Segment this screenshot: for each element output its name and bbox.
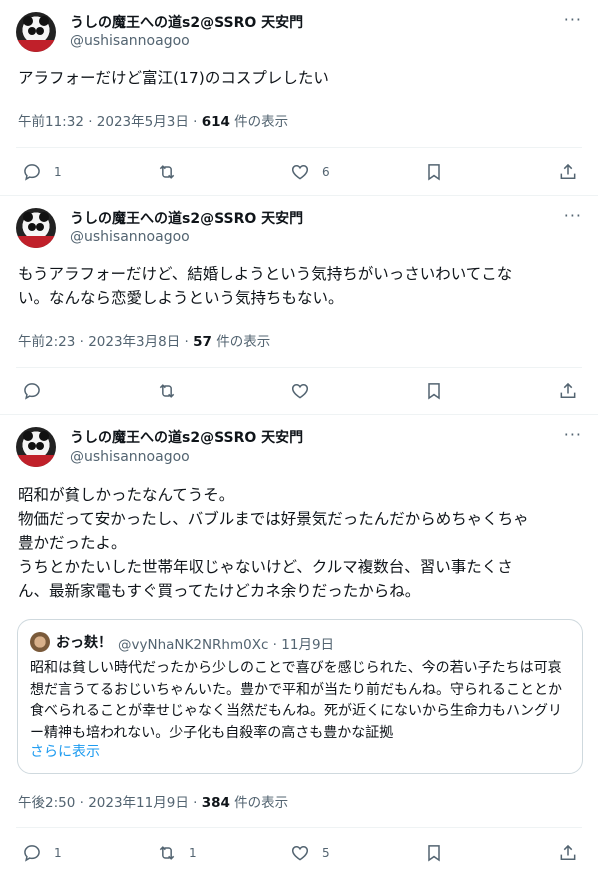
tweet-timestamp[interactable]: 午前11:32 · 2023年5月3日 ·: [18, 114, 202, 130]
views-label: 件の表示: [229, 114, 289, 130]
divider: [16, 367, 582, 368]
quoted-avatar: [30, 632, 50, 652]
bookmark-icon: [428, 383, 440, 400]
heart-icon: [291, 164, 309, 180]
share-button[interactable]: [558, 379, 578, 403]
like-count: 6: [322, 165, 330, 179]
tweet-text: 昭和が貧しかったなんてうそ。 物価だって安かったし、バブルまでは好景気だったんだ…: [18, 486, 529, 600]
tweet-meta: 午後2:50 · 2023年11月9日 · 384 件の表示: [18, 791, 288, 811]
like-button[interactable]: [290, 379, 322, 403]
reply-icon: [24, 845, 40, 862]
tweet-3[interactable]: うしの魔王への道s2@SSRO 天安門 @ushisannoagoo ··· 昭…: [0, 415, 598, 877]
views-label: 件の表示: [211, 334, 271, 350]
tweet-meta: 午前11:32 · 2023年5月3日 · 614 件の表示: [18, 110, 288, 130]
more-options-button[interactable]: ···: [564, 10, 582, 29]
quoted-author-name: おっ麸！: [56, 635, 112, 651]
share-button[interactable]: [558, 160, 578, 184]
views-label: 件の表示: [229, 795, 289, 811]
retweet-button[interactable]: 1: [157, 841, 197, 865]
retweet-icon: [159, 384, 175, 398]
retweet-count: 1: [189, 846, 197, 860]
share-icon: [560, 382, 576, 398]
retweet-button[interactable]: [157, 379, 189, 403]
avatar[interactable]: [16, 12, 56, 52]
more-options-button[interactable]: ···: [564, 206, 582, 225]
like-button[interactable]: 5: [290, 841, 330, 865]
views-count: 57: [193, 334, 212, 350]
divider: [16, 147, 582, 148]
reply-icon: [24, 383, 40, 400]
like-count: 5: [322, 846, 330, 860]
bookmark-icon: [428, 845, 440, 862]
tweet-timestamp[interactable]: 午前2:23 · 2023年3月8日 ·: [18, 334, 193, 350]
author-name[interactable]: うしの魔王への道s2@SSRO 天安門: [70, 208, 303, 228]
bookmark-button[interactable]: [424, 841, 444, 865]
author-name[interactable]: うしの魔王への道s2@SSRO 天安門: [70, 427, 303, 447]
show-more-link[interactable]: さらに表示: [30, 741, 100, 761]
bookmark-icon: [428, 164, 440, 181]
views-count: 614: [201, 114, 230, 130]
tweet-meta: 午前2:23 · 2023年3月8日 · 57 件の表示: [18, 330, 270, 350]
retweet-button[interactable]: [157, 160, 189, 184]
tweet-2[interactable]: うしの魔王への道s2@SSRO 天安門 @ushisannoagoo ··· も…: [0, 196, 598, 414]
bookmark-button[interactable]: [424, 379, 444, 403]
tweet-timestamp[interactable]: 午後2:50 · 2023年11月9日 ·: [18, 795, 202, 811]
retweet-icon: [159, 846, 175, 860]
tweet-text: アラフォーだけど富江(17)のコスプレしたい: [18, 69, 329, 87]
author-name[interactable]: うしの魔王への道s2@SSRO 天安門: [70, 12, 303, 32]
views-count: 384: [201, 795, 230, 811]
divider: [16, 827, 582, 828]
reply-icon: [24, 164, 40, 181]
avatar[interactable]: [16, 427, 56, 467]
action-bar: 1 1 5: [0, 841, 598, 865]
retweet-icon: [159, 165, 175, 179]
reply-count: 1: [54, 846, 62, 860]
tweet-text: もうアラフォーだけど、結婚しようという気持ちがいっさいわいてこな い。なんなら恋…: [18, 265, 513, 307]
reply-count: 1: [54, 165, 62, 179]
quoted-handle-time: @vyNhaNK2NRhm0Xc · 11月9日: [118, 637, 335, 653]
bookmark-button[interactable]: [424, 160, 444, 184]
reply-button[interactable]: [22, 379, 54, 403]
author-handle[interactable]: @ushisannoagoo: [70, 33, 190, 49]
author-handle[interactable]: @ushisannoagoo: [70, 229, 190, 245]
share-icon: [560, 163, 576, 179]
reply-button[interactable]: 1: [22, 160, 62, 184]
action-bar: 1 6: [0, 160, 598, 184]
action-bar: [0, 379, 598, 403]
quoted-tweet[interactable]: おっ麸！ @vyNhaNK2NRhm0Xc · 11月9日 昭和は貧しい時代だっ…: [17, 619, 583, 774]
avatar[interactable]: [16, 208, 56, 248]
author-handle[interactable]: @ushisannoagoo: [70, 449, 190, 465]
share-button[interactable]: [558, 841, 578, 865]
tweet-1[interactable]: うしの魔王への道s2@SSRO 天安門 @ushisannoagoo ··· ア…: [0, 0, 598, 195]
more-options-button[interactable]: ···: [564, 425, 582, 444]
heart-icon: [291, 845, 309, 861]
heart-icon: [291, 383, 309, 399]
like-button[interactable]: 6: [290, 160, 330, 184]
quoted-text: 昭和は貧しい時代だったから少しのことで喜びを感じられた、今の若い子たちは可哀想だ…: [30, 660, 562, 741]
reply-button[interactable]: 1: [22, 841, 62, 865]
share-icon: [560, 844, 576, 860]
